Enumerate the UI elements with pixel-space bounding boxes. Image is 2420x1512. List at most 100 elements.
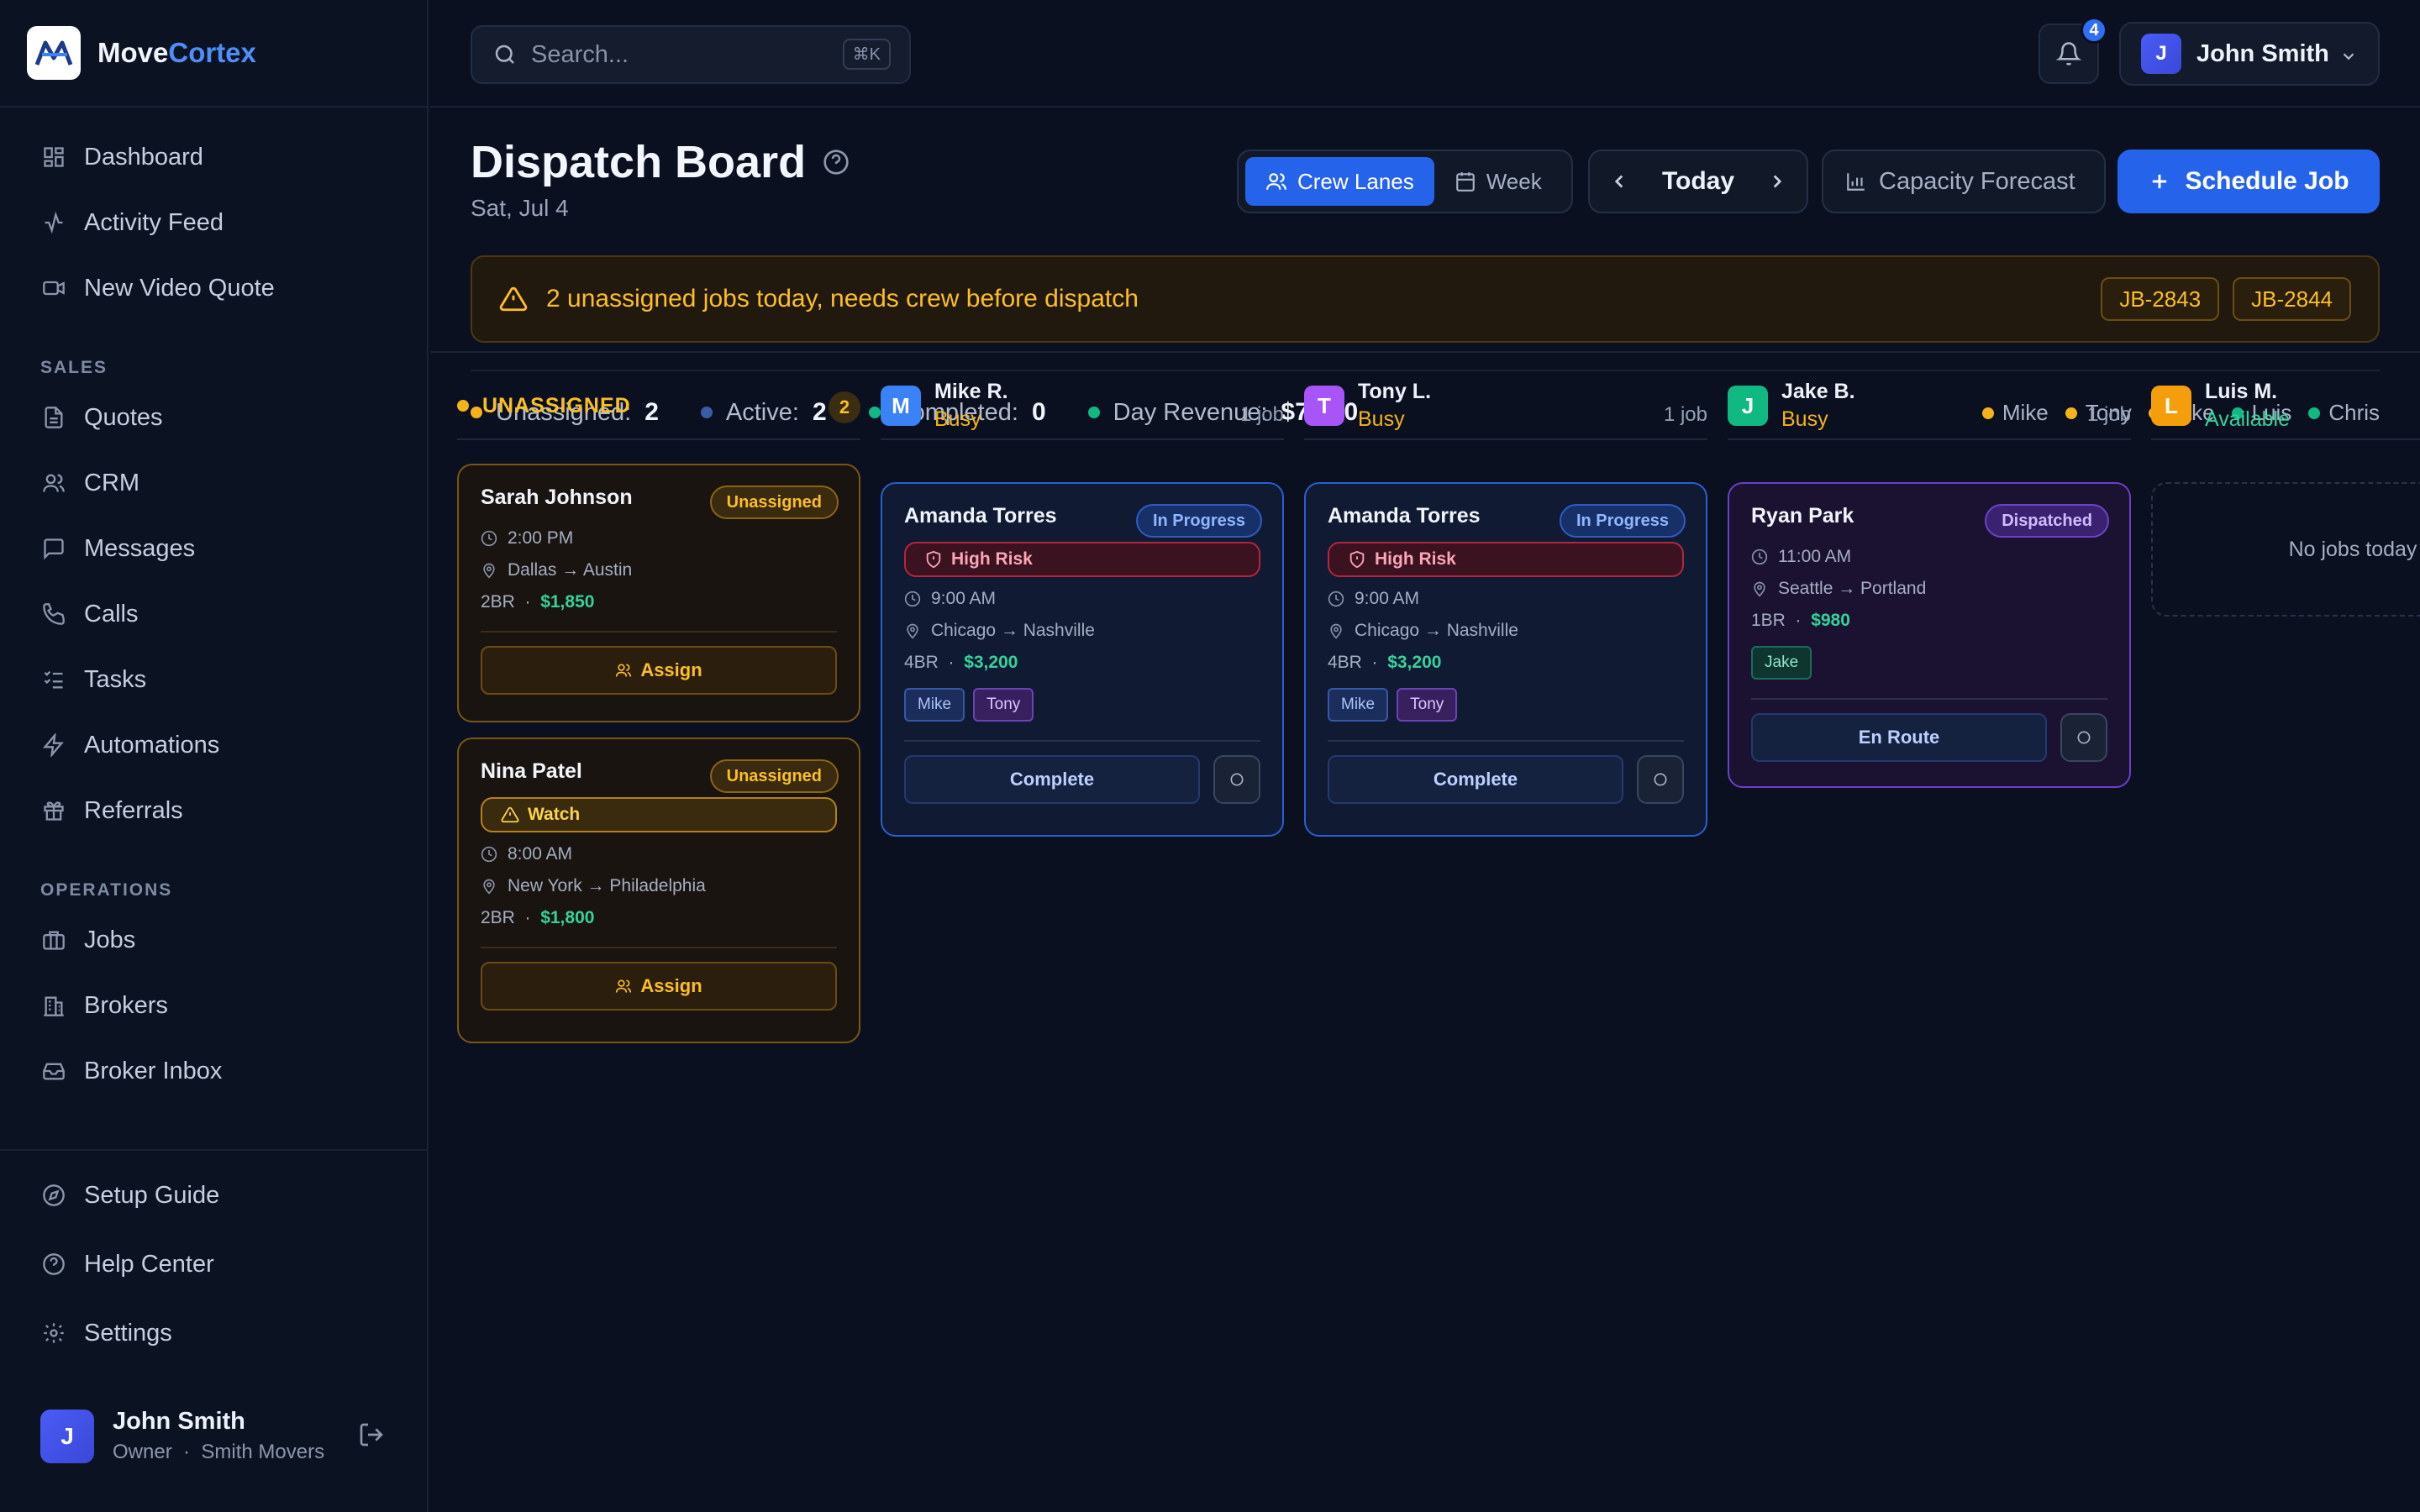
building-icon xyxy=(40,992,67,1019)
job-time: 2:00 PM xyxy=(481,528,837,549)
crew-status: Busy xyxy=(934,407,981,431)
column-crew-tony: T Tony L. Busy 1 job Amanda Torres In Pro… xyxy=(1304,373,1707,837)
column-crew-jake: J Jake B. Busy 1 job Ryan Park Dispatched… xyxy=(1728,373,2131,788)
clock-icon xyxy=(904,591,921,607)
job-size-price: 2BR · $1,800 xyxy=(481,908,595,927)
users-icon xyxy=(40,470,67,496)
nav-new-video-quote[interactable]: New Video Quote xyxy=(0,255,427,321)
column-header: T Tony L. Busy 1 job xyxy=(1304,373,1707,440)
crew-tags: Mike Tony xyxy=(904,688,1260,722)
inbox-icon xyxy=(40,1058,67,1084)
assign-button[interactable]: Assign xyxy=(481,646,837,695)
nav-label: Referrals xyxy=(84,796,183,824)
chevron-down-icon xyxy=(2339,47,2358,66)
file-icon xyxy=(40,404,67,431)
search-shortcut: ⌘K xyxy=(842,39,891,70)
notifications-button[interactable]: 4 xyxy=(2039,17,2107,84)
job-size-price: 4BR · $3,200 xyxy=(904,653,1018,672)
nav-label: Broker Inbox xyxy=(84,1057,223,1084)
job-time: 11:00 AM xyxy=(1751,547,2107,567)
sidebar-user[interactable]: J John Smith Owner · Smith Movers xyxy=(40,1408,324,1464)
crew-tags: Mike Tony xyxy=(1328,688,1684,722)
logout-icon[interactable] xyxy=(358,1421,385,1448)
circle-icon xyxy=(2075,729,2092,746)
chevron-right-icon[interactable] xyxy=(1766,171,1788,192)
topbar: Search... ⌘K 4 J John Smith xyxy=(430,0,2420,108)
divider xyxy=(471,370,2380,371)
divider xyxy=(430,351,2420,353)
pin-icon xyxy=(481,562,497,579)
alert-message: 2 unassigned jobs today, needs crew befo… xyxy=(546,285,1139,312)
nav-tasks[interactable]: Tasks xyxy=(0,647,427,712)
job-card[interactable]: Amanda Torres In Progress High Risk 9:00… xyxy=(1304,482,1707,837)
nav-quotes[interactable]: Quotes xyxy=(0,385,427,450)
view-week[interactable]: Week xyxy=(1434,157,1562,206)
nav-crm[interactable]: CRM xyxy=(0,450,427,516)
search-placeholder: Search... xyxy=(531,40,629,68)
nav-label: Messages xyxy=(84,534,196,562)
help-icon xyxy=(40,1251,67,1278)
count-badge: 2 xyxy=(829,391,860,423)
brand[interactable]: MoveCortex xyxy=(0,0,427,108)
section-operations: OPERATIONS xyxy=(40,880,173,900)
complete-button[interactable]: Complete xyxy=(1328,755,1623,804)
nav-automations[interactable]: Automations xyxy=(0,712,427,778)
avatar: J xyxy=(2141,34,2181,74)
job-card[interactable]: Ryan Park Dispatched 11:00 AM Seattle → … xyxy=(1728,482,2131,788)
pin-icon xyxy=(481,878,497,895)
schedule-job-button[interactable]: Schedule Job xyxy=(2118,150,2380,213)
nav-setup-guide[interactable]: Setup Guide xyxy=(0,1161,427,1230)
status-toggle-button[interactable] xyxy=(1213,755,1260,804)
clock-icon xyxy=(481,530,497,547)
job-card[interactable]: Nina Patel Unassigned Watch 8:00 AM New … xyxy=(457,738,860,1043)
nav-settings[interactable]: Settings xyxy=(0,1299,427,1368)
en-route-button[interactable]: En Route xyxy=(1751,713,2047,762)
view-crew-lanes[interactable]: Crew Lanes xyxy=(1245,157,1434,206)
users-icon xyxy=(615,978,632,995)
sidebar: MoveCortex Dashboard Activity Feed New V… xyxy=(0,0,429,1512)
warning-icon xyxy=(499,285,528,313)
nav-help-center[interactable]: Help Center xyxy=(0,1230,427,1299)
nav-activity-feed[interactable]: Activity Feed xyxy=(0,190,427,255)
column-header: M Mike R. Busy 1 job xyxy=(881,373,1284,440)
status-toggle-button[interactable] xyxy=(2060,713,2107,762)
nav-messages[interactable]: Messages xyxy=(0,516,427,581)
today-button[interactable]: Today xyxy=(1662,167,1734,196)
avatar: J xyxy=(40,1409,94,1463)
nav-broker-inbox[interactable]: Broker Inbox xyxy=(0,1038,427,1104)
sidebar-bottom: Setup Guide Help Center Settings xyxy=(0,1149,427,1368)
section-sales: SALES xyxy=(40,358,108,377)
job-chip[interactable]: JB-2843 xyxy=(2101,277,2220,321)
nav-calls[interactable]: Calls xyxy=(0,581,427,647)
nav-sales: Quotes CRM Messages Calls Tasks Automati… xyxy=(0,385,427,843)
risk-badge: Watch xyxy=(481,797,837,832)
clock-icon xyxy=(1751,549,1768,565)
job-card[interactable]: Amanda Torres In Progress High Risk 9:00… xyxy=(881,482,1284,837)
chevron-left-icon[interactable] xyxy=(1608,171,1630,192)
crew-avatar: L xyxy=(2151,386,2191,426)
status-toggle-button[interactable] xyxy=(1637,755,1684,804)
nav-referrals[interactable]: Referrals xyxy=(0,778,427,843)
search-input[interactable]: Search... ⌘K xyxy=(471,25,911,84)
nav-dashboard[interactable]: Dashboard xyxy=(0,124,427,190)
users-icon xyxy=(615,662,632,679)
nav-main: Dashboard Activity Feed New Video Quote xyxy=(0,108,427,321)
help-icon[interactable] xyxy=(823,149,850,176)
crew-name: Jake B. xyxy=(1781,380,1855,403)
assign-button[interactable]: Assign xyxy=(481,962,837,1011)
nav-jobs[interactable]: Jobs xyxy=(0,907,427,973)
column-header: J Jake B. Busy 1 job xyxy=(1728,373,2131,440)
circle-icon xyxy=(1652,771,1669,788)
job-card[interactable]: Sarah Johnson Unassigned 2:00 PM Dallas … xyxy=(457,464,860,722)
complete-button[interactable]: Complete xyxy=(904,755,1200,804)
crew-tag: Tony xyxy=(1397,688,1458,722)
column-unassigned: UNASSIGNED 2 Sarah Johnson Unassigned 2:… xyxy=(457,373,860,1043)
activity-icon xyxy=(40,209,67,236)
status-badge: In Progress xyxy=(1559,504,1686,538)
capacity-forecast-button[interactable]: Capacity Forecast xyxy=(1822,150,2106,213)
job-chip[interactable]: JB-2844 xyxy=(2233,277,2351,321)
logo xyxy=(27,26,81,80)
nav-brokers[interactable]: Brokers xyxy=(0,973,427,1038)
user-menu-button[interactable]: J John Smith xyxy=(2119,22,2380,86)
crew-tag: Tony xyxy=(973,688,1034,722)
